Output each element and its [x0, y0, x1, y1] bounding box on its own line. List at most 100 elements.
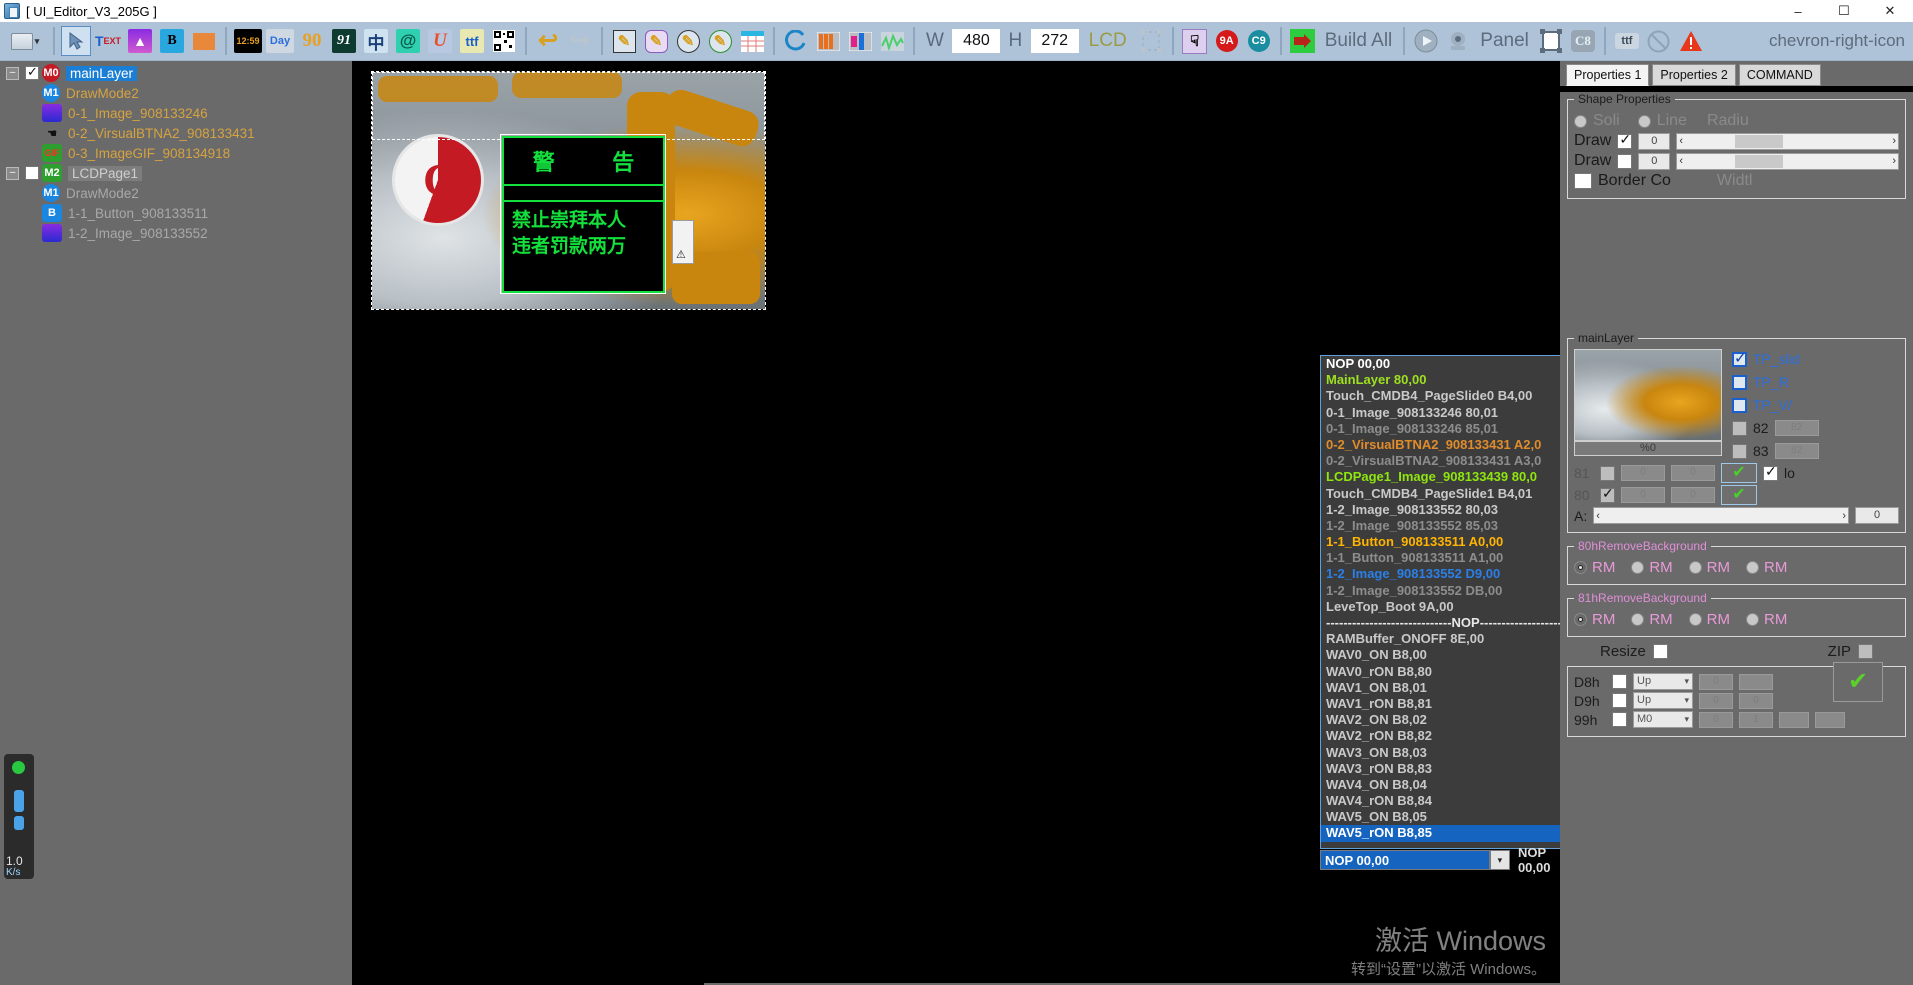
dtable-row-checkbox[interactable] — [1612, 712, 1627, 727]
width-input[interactable]: 480 — [952, 29, 1001, 53]
tree-visibility-checkbox[interactable] — [25, 64, 39, 80]
dtable-row-extra-1[interactable] — [1779, 711, 1809, 728]
line-radio[interactable] — [1637, 114, 1651, 128]
tab-properties-2[interactable]: Properties 2 — [1652, 64, 1736, 86]
close-button[interactable]: ✕ — [1867, 0, 1913, 22]
network-status-widget[interactable]: 1.0 K/s — [4, 754, 34, 879]
tp-r-row[interactable]: TP_R — [1732, 374, 1819, 390]
row81-checkbox[interactable] — [1600, 465, 1615, 481]
select-arrow-icon[interactable] — [61, 26, 91, 56]
panel-button[interactable]: Panel — [1480, 30, 1529, 52]
dtable-row-value-1[interactable]: 0 — [1699, 673, 1733, 690]
solid-radio[interactable] — [1574, 114, 1587, 128]
tree-item-1-2-image-908133552[interactable]: 1-2_Image_908133552 — [0, 223, 352, 243]
chinese-font-icon[interactable]: 中 — [361, 26, 391, 56]
tp-r-checkbox[interactable] — [1732, 374, 1747, 390]
command-list-row[interactable]: 0-2_VirsualBTNA2_908133431 A2,0 — [1321, 437, 1566, 453]
draw2-value[interactable]: 0 — [1638, 152, 1671, 170]
number90-icon[interactable]: 90 — [297, 26, 327, 56]
dtable-row-value-2[interactable]: 0 — [1739, 692, 1773, 709]
selection-marquee-top[interactable] — [372, 72, 765, 140]
pencil-circle-icon[interactable]: ✎ — [673, 26, 703, 56]
tp-slide-checkbox[interactable] — [1732, 349, 1747, 367]
command-list-row[interactable]: 1-1_Button_908133511 A0,00 — [1321, 534, 1566, 550]
tree-item-0-1-image-908133246[interactable]: 0-1_Image_908133246 — [0, 103, 352, 123]
rm-option[interactable]: RM — [1745, 611, 1787, 628]
command-list-row[interactable]: MainLayer 80,00 — [1321, 372, 1566, 388]
table-grid-icon[interactable] — [737, 26, 767, 56]
resize-checkbox[interactable] — [1652, 644, 1668, 659]
cb83-row[interactable]: 83 82 — [1732, 443, 1819, 459]
tree-expander[interactable]: – — [6, 166, 19, 180]
command-list-row[interactable]: 1-2_Image_908133552 80,03 — [1321, 502, 1566, 518]
command-list-row[interactable]: 0-1_Image_908133246 80,01 — [1321, 405, 1566, 421]
command-list-row[interactable]: LeveTop_Boot 9A,00 — [1321, 599, 1566, 615]
badge-9a-icon[interactable]: 9A — [1212, 26, 1242, 56]
command-list-row[interactable]: WAV3_ON B8,03 — [1321, 745, 1566, 761]
tab-properties-1[interactable]: Properties 1 — [1566, 64, 1650, 86]
command-input[interactable]: NOP 00,00 — [1320, 850, 1490, 870]
waveform-icon[interactable] — [877, 26, 907, 56]
rm-radio[interactable] — [1745, 613, 1759, 626]
design-canvas[interactable]: 警 告 禁止崇拜本人 违者罚款两万 NOP 00,00MainLayer 80,… — [4, 61, 1912, 985]
dtable-row-checkbox[interactable] — [1612, 693, 1627, 708]
row80-value-1[interactable]: 0 — [1621, 487, 1665, 503]
chevron-right-icon[interactable]: chevron-right-icon — [1769, 31, 1911, 51]
row81-value-1[interactable]: 0 — [1621, 465, 1665, 481]
tree-expander[interactable]: – — [6, 66, 19, 80]
dtable-row-value-2[interactable] — [1739, 673, 1773, 690]
touch-hand-icon[interactable]: ☟ — [1180, 26, 1210, 56]
command-list-row[interactable]: Touch_CMDB4_PageSlide0 B4,00 — [1321, 388, 1566, 404]
dtable-row-select[interactable]: Up — [1633, 692, 1693, 709]
command-list[interactable]: NOP 00,00 MainLayer 80,00 Touch_CMDB4_Page… — [1321, 356, 1566, 848]
pencil-rounded-icon[interactable]: ✎ — [641, 26, 671, 56]
build-arrow-icon[interactable] — [1288, 26, 1318, 56]
at-symbol-icon[interactable]: @ — [393, 26, 423, 56]
command-list-row[interactable]: WAV2_ON B8,02 — [1321, 712, 1566, 728]
cb83-checkbox[interactable] — [1732, 443, 1747, 459]
qrcode-icon[interactable] — [489, 26, 519, 56]
row81-value-2[interactable]: 0 — [1671, 465, 1715, 481]
design-surface[interactable]: 警 告 禁止崇拜本人 违者罚款两万 — [371, 71, 766, 310]
command-list-row[interactable]: 0-1_Image_908133246 85,01 — [1321, 421, 1566, 437]
tree-item-mainlayer[interactable]: – M0 mainLayer — [0, 63, 352, 83]
command-list-row[interactable]: WAV5_rON B8,85 — [1321, 825, 1566, 842]
unicode-icon[interactable]: U — [425, 26, 455, 56]
rectangle-tool-icon[interactable] — [189, 26, 219, 56]
command-list-row[interactable]: 0-2_VirsualBTNA2_908133431 A3,0 — [1321, 453, 1566, 469]
dtable-row-value-2[interactable]: 1 — [1739, 711, 1773, 728]
tp-v-checkbox[interactable] — [1732, 397, 1747, 413]
rm-radio[interactable] — [1745, 561, 1759, 574]
cb82-checkbox[interactable] — [1732, 420, 1747, 436]
command-list-row[interactable]: 1-2_Image_908133552 DB,00 — [1321, 583, 1566, 599]
dtable-row-checkbox[interactable] — [1612, 674, 1627, 689]
command-list-row[interactable]: WAV1_ON B8,01 — [1321, 680, 1566, 696]
command-list-row[interactable]: WAV4_ON B8,04 — [1321, 777, 1566, 793]
command-list-row[interactable]: 1-1_Button_908133511 A1,00 — [1321, 550, 1566, 566]
lcd-frame-icon[interactable] — [1136, 26, 1166, 56]
command-dropdown-button[interactable]: ▾ — [1489, 850, 1510, 870]
warning-triangle-icon[interactable] — [1676, 26, 1706, 56]
arc-progress-icon[interactable] — [781, 26, 811, 56]
tree-item-drawmode2[interactable]: M1 DrawMode2 — [0, 183, 352, 203]
panel-frame-icon[interactable] — [1536, 26, 1566, 56]
command-list-row[interactable]: Touch_CMDB4_PageSlide1 B4,01 — [1321, 486, 1566, 502]
command-list-row[interactable]: WAV2_rON B8,82 — [1321, 728, 1566, 744]
command-list-row[interactable]: 1-2_Image_908133552 D9,00 — [1321, 566, 1566, 582]
row80-value-2[interactable]: 0 — [1671, 487, 1715, 503]
camera-icon[interactable] — [1443, 26, 1473, 56]
draw2-slider[interactable]: ‹ › — [1676, 152, 1899, 170]
tree-item-1-1-button-908133511[interactable]: B 1-1_Button_908133511 — [0, 203, 352, 223]
play-circle-icon[interactable] — [1411, 26, 1441, 56]
tab-command[interactable]: COMMAND — [1738, 64, 1821, 86]
dtable-row-select[interactable]: Up — [1633, 673, 1693, 690]
badge-c9-icon[interactable]: C9 — [1244, 26, 1274, 56]
open-folder-icon[interactable]: ▾ — [3, 26, 47, 56]
cb83-value[interactable]: 82 — [1774, 443, 1819, 459]
alpha-value[interactable]: 0 — [1855, 507, 1899, 524]
dtable-row-select[interactable]: M0 — [1633, 711, 1693, 728]
command-list-row[interactable]: LCDPage1_Image_908133439 80,0 — [1321, 469, 1566, 485]
dtable-confirm-button[interactable]: ✔ — [1833, 661, 1883, 702]
rm-option[interactable]: RM — [1631, 611, 1673, 628]
rm-option[interactable]: RM — [1631, 559, 1673, 576]
